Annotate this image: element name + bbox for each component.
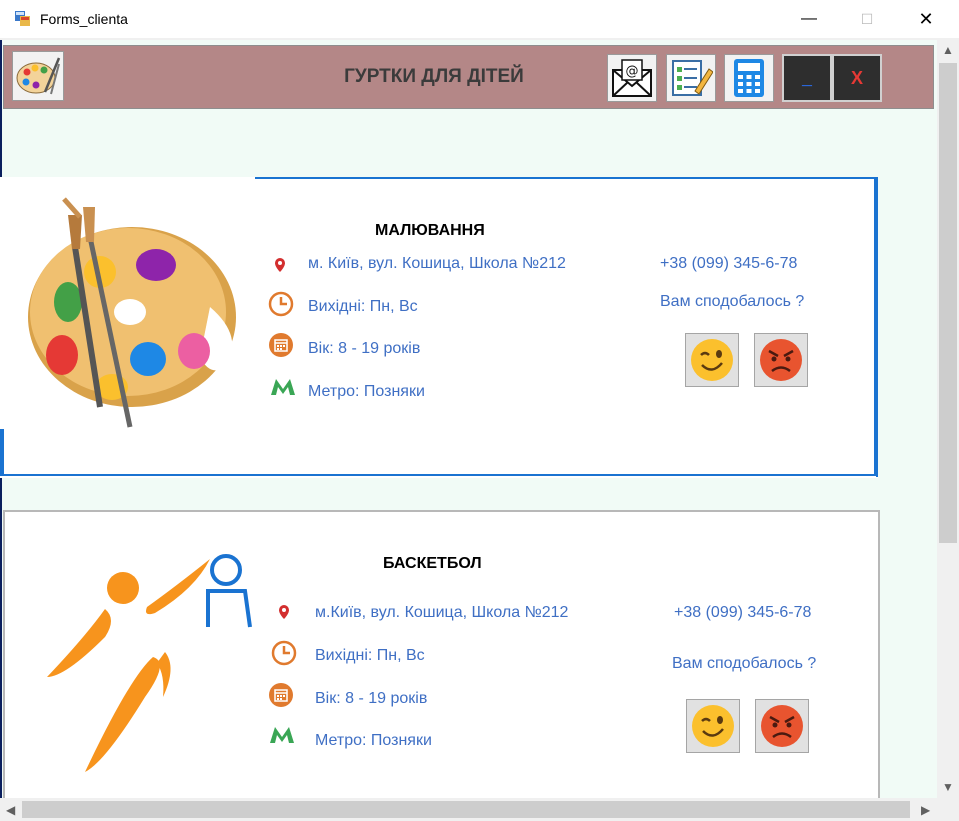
- club-card-basketball: БАСКЕТБОЛ м.Київ, вул. Кошица, Школа №21…: [3, 510, 880, 798]
- client-area: ГУРТКИ ДЛЯ ДІТЕЙ @ _ X МАЛЮВАННЯ м. Київ…: [0, 40, 937, 798]
- window-minimize-button[interactable]: —: [786, 0, 832, 38]
- dislike-button[interactable]: [755, 699, 809, 753]
- app-minimize-button[interactable]: _: [782, 54, 832, 102]
- age-text: Вік: 8 - 19 років: [308, 340, 421, 357]
- schedule-text: Вихідні: Пн, Вс: [315, 647, 425, 664]
- header-bar: ГУРТКИ ДЛЯ ДІТЕЙ @ _ X: [3, 45, 934, 109]
- metro-icon: [271, 379, 295, 395]
- basketball-player-image: [47, 554, 252, 772]
- card-title: БАСКЕТБОЛ: [383, 555, 482, 572]
- app-close-button[interactable]: X: [832, 54, 882, 102]
- address-text: м. Київ, вул. Кошица, Школа №212: [308, 255, 566, 272]
- window-close-button[interactable]: ✕: [903, 0, 949, 38]
- calculator-button[interactable]: [724, 54, 774, 102]
- scroll-right-icon[interactable]: ▶: [921, 803, 930, 817]
- scroll-up-icon[interactable]: ▲: [942, 43, 954, 57]
- window-titlebar: Forms_clienta — ☐ ✕: [0, 0, 959, 38]
- feedback-question: Вам сподобалось ?: [660, 293, 805, 310]
- location-pin-icon: [275, 258, 285, 272]
- horizontal-scroll-thumb[interactable]: [22, 801, 910, 818]
- minimize-icon: —: [801, 10, 817, 27]
- feedback-question: Вам сподобалось ?: [672, 655, 817, 672]
- phone-text: +38 (099) 345-6-78: [660, 255, 798, 272]
- age-text: Вік: 8 - 19 років: [315, 690, 428, 707]
- location-pin-icon: [279, 605, 289, 619]
- card-title: МАЛЮВАННЯ: [375, 222, 485, 239]
- clock-icon: [268, 291, 294, 317]
- email-button[interactable]: @: [607, 54, 657, 102]
- form-edit-button[interactable]: [666, 54, 716, 102]
- clock-icon: [271, 640, 297, 666]
- like-button[interactable]: [685, 333, 739, 387]
- card-border-accent: [0, 429, 4, 476]
- club-card-drawing: МАЛЮВАННЯ м. Київ, вул. Кошица, Школа №2…: [0, 177, 878, 478]
- edit-form-icon: [672, 60, 713, 96]
- phone-text: +38 (099) 345-6-78: [674, 604, 812, 621]
- card-border: [255, 177, 878, 477]
- calendar-icon: [269, 683, 293, 707]
- vertical-scroll-thumb[interactable]: [939, 63, 957, 543]
- calendar-icon: [269, 333, 293, 357]
- email-icon: @: [612, 59, 652, 97]
- dislike-button[interactable]: [754, 333, 808, 387]
- metro-text: Метро: Позняки: [315, 732, 432, 749]
- wink-smiley-icon: [691, 339, 733, 381]
- scroll-down-icon[interactable]: ▼: [942, 780, 954, 794]
- metro-text: Метро: Позняки: [308, 383, 425, 400]
- app-icon: [15, 11, 30, 26]
- metro-icon: [270, 727, 294, 743]
- svg-text:@: @: [626, 64, 639, 79]
- calculator-icon: [734, 59, 764, 97]
- angry-smiley-icon: [760, 339, 802, 381]
- scroll-left-icon[interactable]: ◀: [6, 803, 15, 817]
- like-button[interactable]: [686, 699, 740, 753]
- schedule-text: Вихідні: Пн, Вс: [308, 298, 418, 315]
- address-text: м.Київ, вул. Кошица, Школа №212: [315, 604, 569, 621]
- window-maximize-button[interactable]: ☐: [844, 0, 890, 38]
- wink-smiley-icon: [692, 705, 734, 747]
- close-label: X: [850, 67, 863, 88]
- window-title: Forms_clienta: [40, 11, 128, 27]
- angry-smiley-icon: [761, 705, 803, 747]
- close-icon: ✕: [918, 8, 934, 29]
- minimize-label: _: [801, 67, 812, 88]
- maximize-icon: ☐: [860, 10, 874, 27]
- paint-palette-image: [28, 197, 236, 428]
